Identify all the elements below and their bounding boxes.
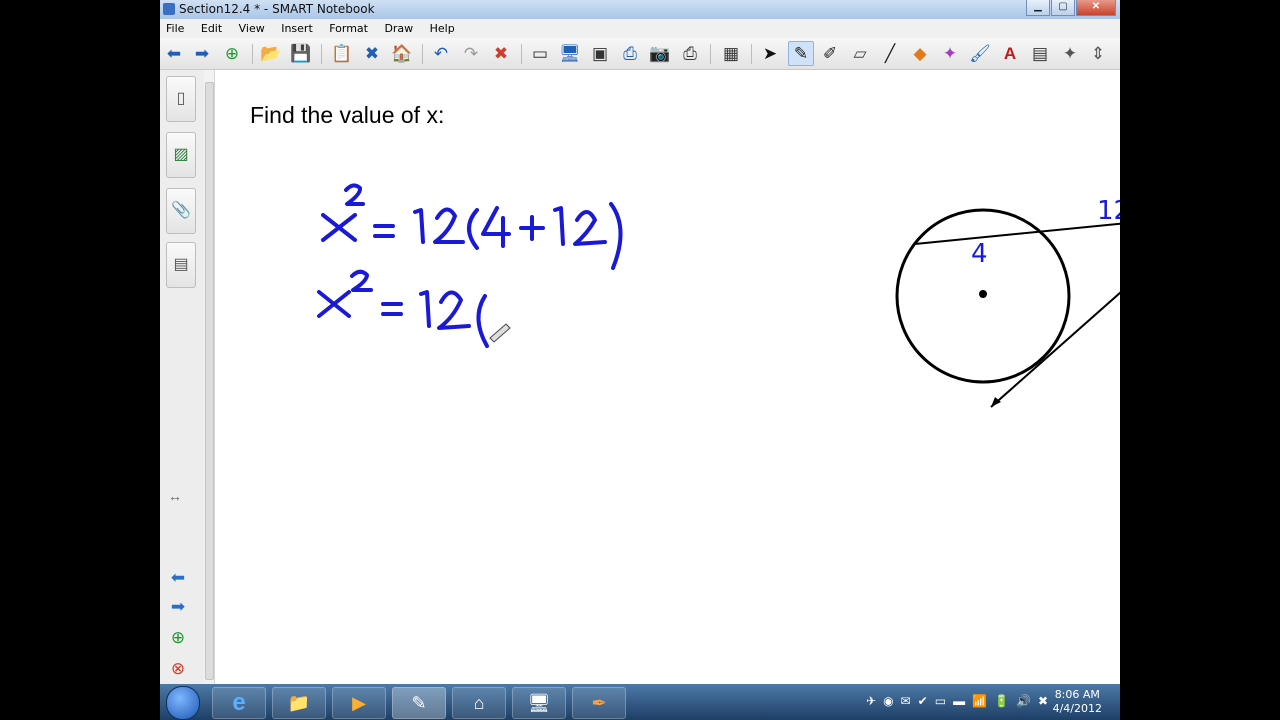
label-outer-segment: 12 — [1097, 196, 1120, 226]
title-bar: Section12.4 * - SMART Notebook ▁ ▢ ✕ — [160, 0, 1120, 20]
creative-pen-icon[interactable]: ✐ — [818, 42, 842, 65]
compass-icon[interactable]: ✦ — [1058, 42, 1082, 65]
side-tabs-panel: ▯ ▨ 📎 ▤ ↔ ⬅ ➡ ⊕ ⊗ — [160, 70, 205, 684]
toolbar-separator — [751, 44, 752, 64]
tray-alert-icon[interactable]: ✖ — [1038, 694, 1048, 708]
smart-board-tools-icon[interactable]: ⌂ — [452, 687, 506, 719]
insert-table-icon[interactable]: ▦ — [719, 42, 743, 65]
equation-line-1 — [321, 183, 623, 270]
undo-icon[interactable]: ↶ — [429, 42, 453, 65]
menu-view[interactable]: View — [233, 19, 271, 35]
circle-diagram: 12 4 x — [895, 196, 1120, 408]
internet-explorer-icon[interactable]: e — [212, 687, 266, 719]
pen-icon[interactable]: ✎ — [788, 41, 814, 66]
line-icon[interactable]: ╱ — [878, 42, 902, 65]
menu-insert[interactable]: Insert — [275, 19, 319, 35]
smart-ink-icon[interactable]: ✒ — [572, 687, 626, 719]
menu-file[interactable]: File — [160, 19, 190, 35]
full-screen-icon[interactable]: 🖥 — [558, 42, 582, 65]
page-sorter-icon[interactable]: ▯ — [166, 76, 196, 122]
pen-cursor-icon — [489, 323, 511, 343]
maximize-button[interactable]: ▢ — [1051, 0, 1075, 16]
system-tray: ✈ ◉ ✉ ✔ ▭ ▬ 📶 🔋 🔊 ✖ — [866, 694, 1048, 708]
toolbar: ⬅ ➡ ⊕ 📂 💾 📋 ✖ 🏠 ↶ ↷ ✖ ▭ 🖥 ▣ ⎙ 📷 ⎙ ▦ ➤ ✎ … — [160, 38, 1120, 70]
menu-edit[interactable]: Edit — [195, 19, 228, 35]
close-button[interactable]: ✕ — [1076, 0, 1116, 16]
file-explorer-icon[interactable]: 📁 — [272, 687, 326, 719]
start-button[interactable] — [166, 686, 200, 720]
smart-notebook-window: Section12.4 * - SMART Notebook ▁ ▢ ✕ Fil… — [160, 0, 1120, 720]
tray-network-icon[interactable]: 📶 — [972, 694, 987, 708]
gallery-icon[interactable]: 🏠 — [390, 42, 414, 65]
toolbar-separator — [252, 44, 253, 64]
save-icon[interactable]: 💾 — [289, 42, 313, 65]
toolbar-separator — [321, 44, 322, 64]
toolbar-separator — [710, 44, 711, 64]
circle-center-point — [979, 290, 987, 298]
clock-date: 4/4/2012 — [1052, 702, 1102, 715]
back-arrow-icon[interactable]: ⬅ — [162, 42, 186, 65]
menu-help[interactable]: Help — [424, 19, 461, 35]
media-player-icon[interactable]: ▶ — [332, 687, 386, 719]
menu-bar: File Edit View Insert Format Draw Help — [160, 19, 1120, 38]
shapes-icon[interactable]: ◆ — [908, 42, 932, 65]
delete-page-icon[interactable]: ⊗ — [166, 659, 190, 681]
delete-page-icon[interactable]: ✖ — [360, 42, 384, 65]
capture-icon[interactable]: ⎙ — [618, 42, 642, 65]
resize-handle-icon[interactable]: ↔ — [168, 488, 182, 504]
dual-page-icon[interactable]: ▣ — [588, 42, 612, 65]
app-icon — [163, 3, 175, 15]
redo-icon[interactable]: ↷ — [459, 42, 483, 65]
smart-notebook-icon[interactable]: ✎ — [392, 687, 446, 719]
label-inner-segment: 4 — [971, 239, 988, 269]
text-icon[interactable]: A — [998, 42, 1022, 65]
tray-window-icon[interactable]: ▭ — [935, 694, 946, 708]
add-page-icon[interactable]: ⊕ — [166, 628, 190, 650]
tray-mail-icon[interactable]: ✉ — [901, 694, 911, 708]
tray-airplane-icon[interactable]: ✈ — [866, 694, 876, 708]
attachments-icon[interactable]: 📎 — [166, 188, 196, 234]
select-icon[interactable]: ➤ — [758, 42, 782, 65]
clock-time: 8:06 AM — [1054, 688, 1100, 701]
minimize-button[interactable]: ▁ — [1026, 0, 1050, 16]
tray-display-icon[interactable]: ▬ — [953, 694, 965, 708]
next-page-icon[interactable]: ➡ — [166, 597, 190, 619]
eraser-icon[interactable]: ▱ — [848, 42, 872, 65]
menu-draw[interactable]: Draw — [378, 19, 419, 35]
whiteboard-canvas[interactable]: Find the value of x: 1 4 — [215, 70, 1120, 684]
toolbar-separator — [422, 44, 423, 64]
open-folder-icon[interactable]: 📂 — [259, 42, 283, 65]
fill-icon[interactable]: 🖌 — [968, 42, 992, 65]
forward-arrow-icon[interactable]: ➡ — [190, 42, 214, 65]
delete-icon[interactable]: ✖ — [489, 42, 513, 65]
scrollbar-thumb[interactable] — [205, 82, 214, 680]
system-clock[interactable]: 8:06 AM 4/4/2012 — [1053, 688, 1102, 716]
previous-page-icon[interactable]: ⬅ — [166, 568, 190, 590]
properties-icon[interactable]: ▤ — [1028, 42, 1052, 65]
add-page-icon[interactable]: ⊕ — [220, 42, 244, 65]
properties-icon[interactable]: ▤ — [166, 242, 196, 288]
tray-update-icon[interactable]: ◉ — [883, 694, 893, 708]
equation-line-2 — [317, 269, 489, 348]
windows-taskbar: e 📁 ▶ ✎ ⌂ 🖥 ✒ ✈ ◉ ✉ ✔ ▭ ▬ 📶 🔋 🔊 ✖ 8:06 A… — [160, 684, 1120, 720]
capture-tool-icon[interactable]: ⎙ — [678, 42, 702, 65]
move-toolbar-icon[interactable]: ⇕ — [1090, 42, 1106, 65]
tray-battery-icon[interactable]: 🔋 — [994, 694, 1009, 708]
window-title: Section12.4 * - SMART Notebook — [179, 2, 375, 16]
menu-format[interactable]: Format — [323, 19, 374, 35]
vertical-scrollbar[interactable] — [204, 70, 215, 684]
handwriting-layer: 12 4 x — [317, 183, 1120, 408]
gallery-icon[interactable]: ▨ — [166, 132, 196, 178]
tray-volume-icon[interactable]: 🔊 — [1016, 694, 1031, 708]
toolbar-separator — [521, 44, 522, 64]
magic-pen-icon[interactable]: ✦ — [938, 42, 962, 65]
screen-shade-icon[interactable]: ▭ — [528, 42, 552, 65]
document-camera-icon[interactable]: 📷 — [648, 42, 672, 65]
tray-check-icon[interactable]: ✔ — [918, 694, 928, 708]
paste-icon[interactable]: 📋 — [330, 42, 354, 65]
smart-recorder-icon[interactable]: 🖥 — [512, 687, 566, 719]
